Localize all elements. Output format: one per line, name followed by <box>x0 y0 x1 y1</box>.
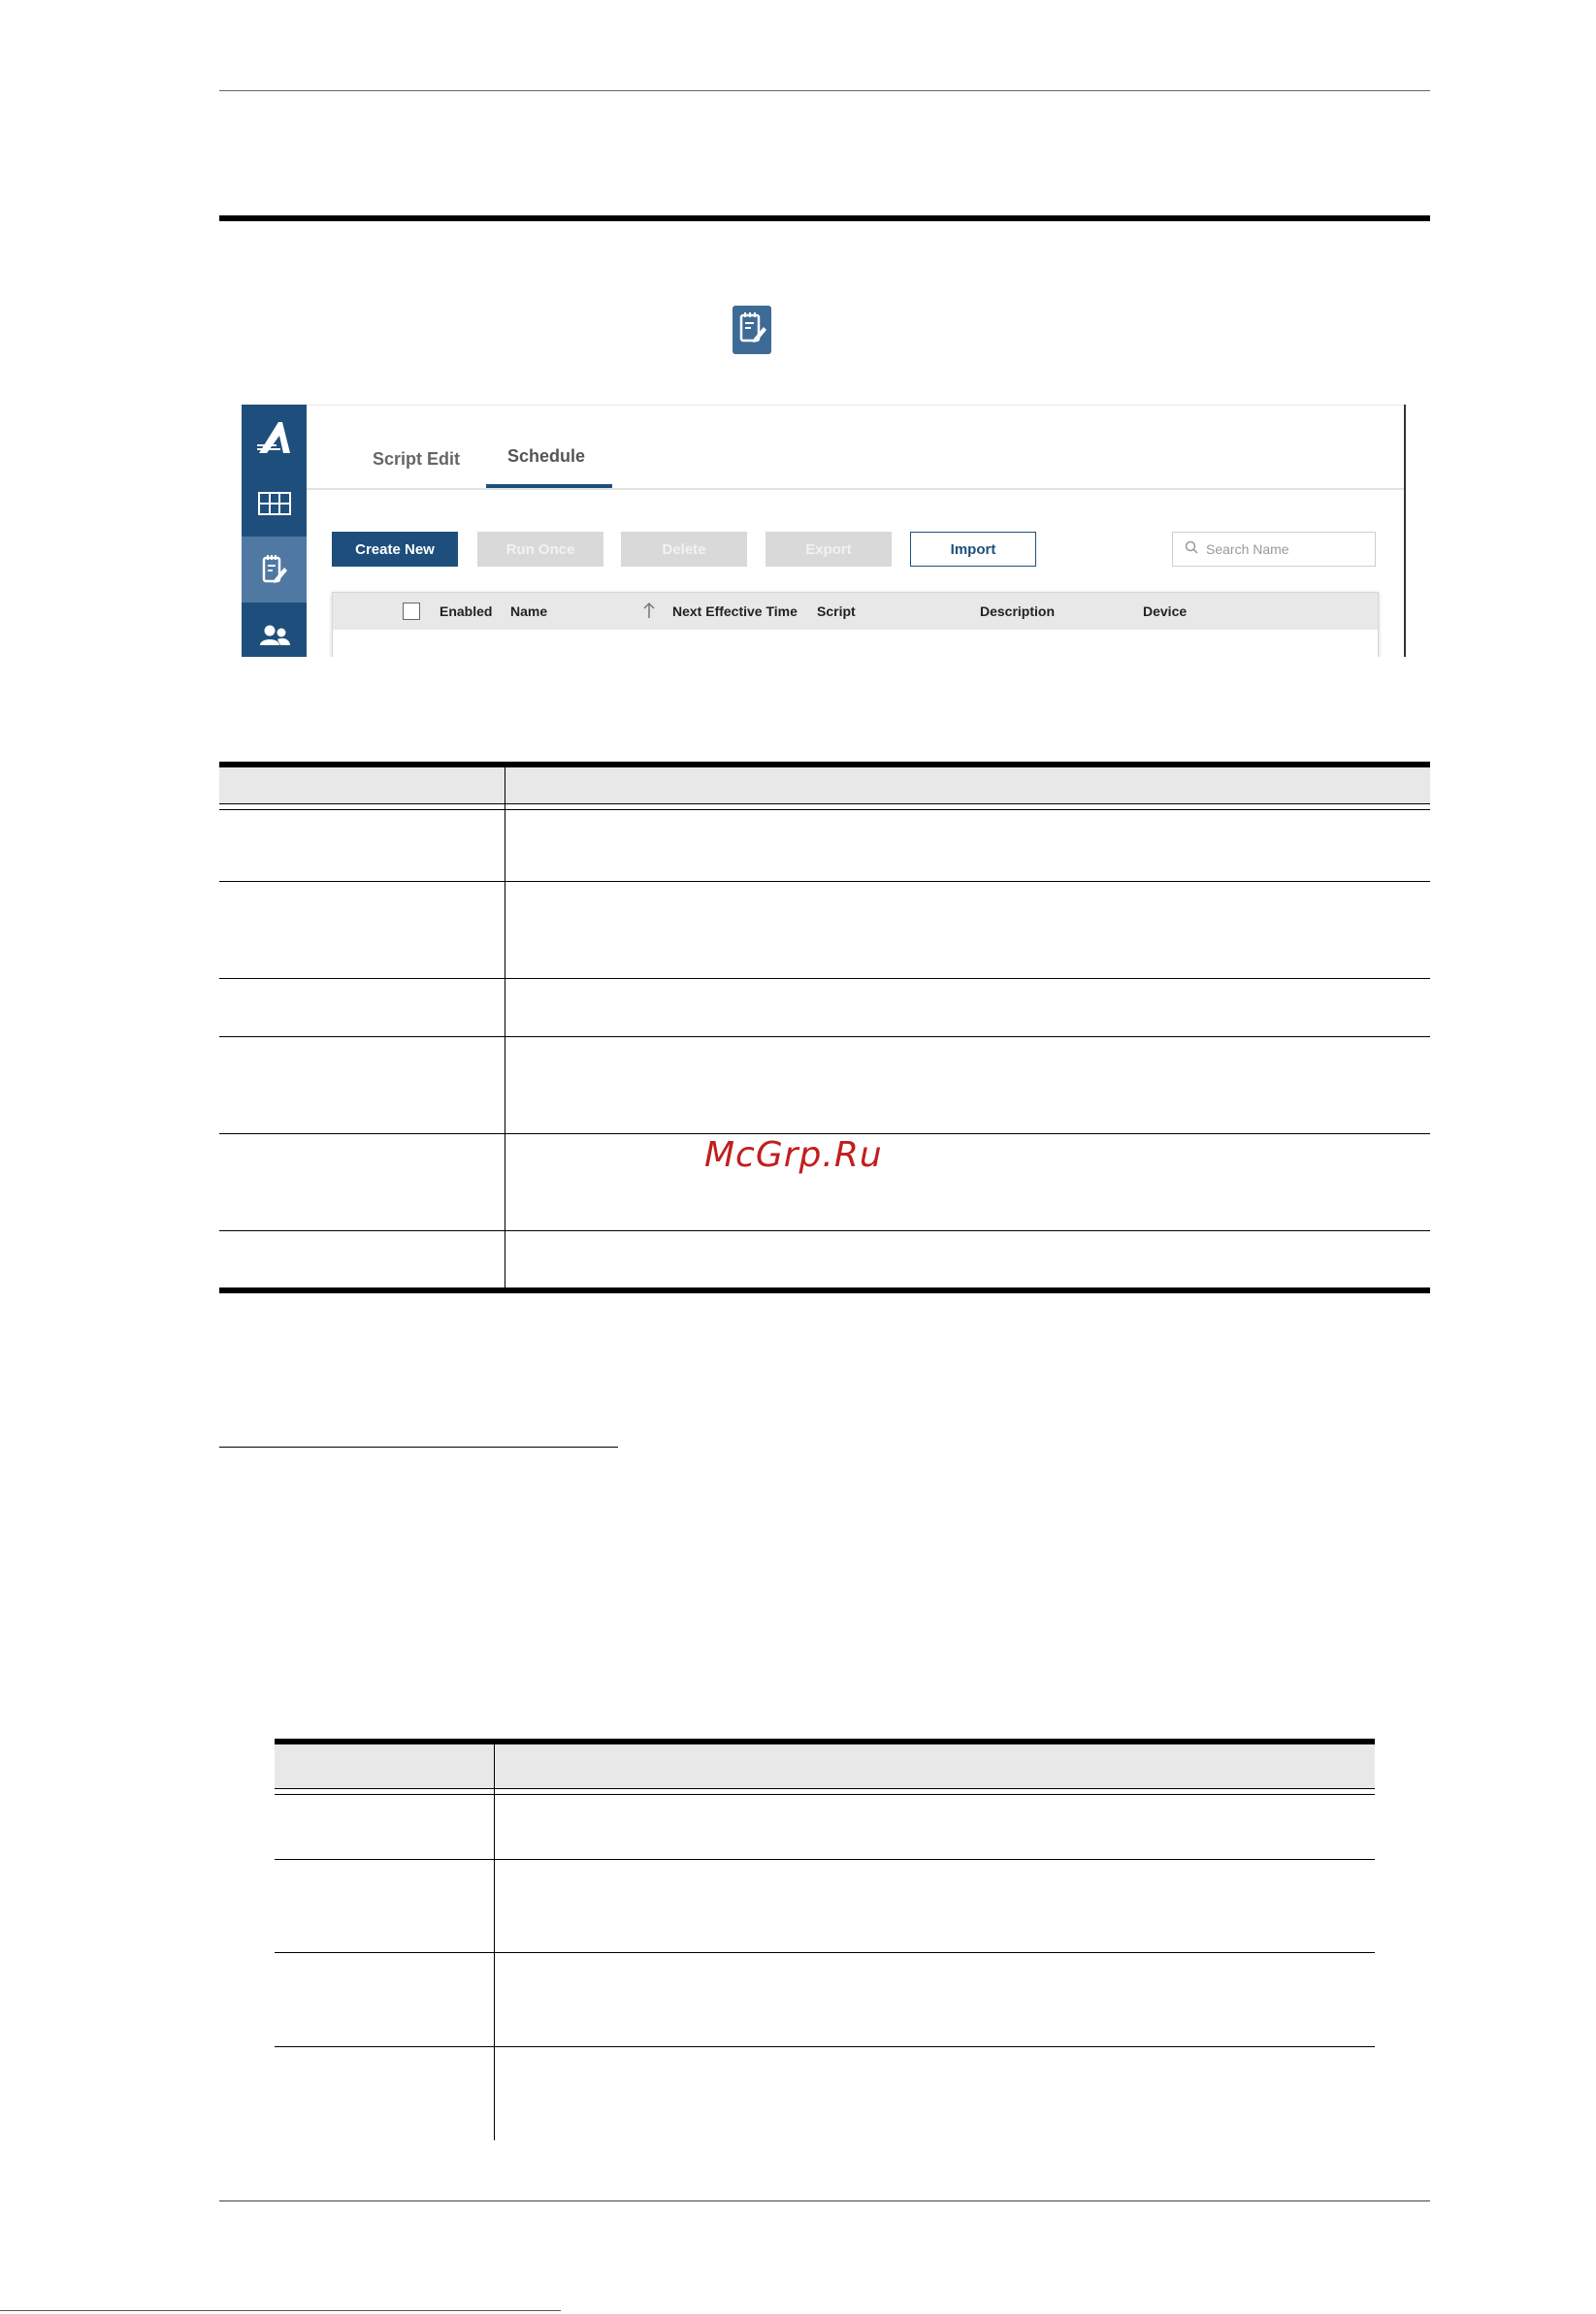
script-edit-icon[interactable] <box>242 537 307 603</box>
row-divider <box>219 1230 1430 1231</box>
column-next-effective-time[interactable]: Next Effective Time <box>672 603 798 619</box>
section-heading-rule <box>219 215 1430 221</box>
row-divider <box>275 2046 1375 2047</box>
column-name[interactable]: Name <box>510 603 547 619</box>
tab-script-edit[interactable]: Script Edit <box>373 449 460 470</box>
schedule-screenshot: Script Edit Schedule Create New Run Once… <box>242 405 1406 657</box>
delete-button[interactable]: Delete <box>621 532 747 567</box>
column-divider <box>494 1744 495 2140</box>
search-icon <box>1185 540 1198 559</box>
column-enabled[interactable]: Enabled <box>440 603 492 619</box>
row-divider <box>275 1952 1375 1953</box>
header-rule-a <box>275 1788 1375 1789</box>
export-button[interactable]: Export <box>765 532 892 567</box>
table-header: Enabled Name Next Effective Time Script … <box>333 593 1378 630</box>
header-rule-b <box>219 809 1430 810</box>
screenshot-edge <box>1404 405 1406 657</box>
logo-icon[interactable] <box>242 405 307 471</box>
create-new-button[interactable]: Create New <box>332 532 458 567</box>
schedule-table: Enabled Name Next Effective Time Script … <box>332 592 1379 657</box>
row-divider <box>219 881 1430 882</box>
subheading-underline <box>219 1447 618 1448</box>
row-divider <box>219 978 1430 979</box>
header-rule-b <box>275 1794 1375 1795</box>
sidebar <box>242 405 307 657</box>
run-once-button[interactable]: Run Once <box>477 532 603 567</box>
row-divider <box>219 1133 1430 1134</box>
search-box[interactable] <box>1172 532 1376 567</box>
tabs-divider <box>307 488 1404 490</box>
column-description[interactable]: Description <box>980 603 1055 619</box>
sort-ascending-icon[interactable] <box>643 602 655 622</box>
description-table-2 <box>275 1739 1375 2141</box>
script-edit-icon <box>733 306 771 354</box>
row-divider <box>219 1036 1430 1037</box>
table-header-row <box>275 1744 1375 1788</box>
column-script[interactable]: Script <box>817 603 856 619</box>
active-tab-indicator <box>486 484 612 488</box>
footer-rule <box>219 2200 1430 2201</box>
row-divider <box>275 1859 1375 1860</box>
users-icon[interactable] <box>242 603 307 657</box>
watermark: McGrp.Ru <box>704 1135 883 1175</box>
search-input[interactable] <box>1204 540 1363 558</box>
import-button[interactable]: Import <box>910 532 1036 567</box>
tab-schedule[interactable]: Schedule <box>507 446 585 467</box>
header-rule-a <box>219 803 1430 804</box>
table-header-row <box>219 767 1430 803</box>
table-bottom-rule <box>219 1287 1430 1293</box>
header-rule <box>219 90 1430 91</box>
select-all-checkbox[interactable] <box>403 603 420 620</box>
page-edge-fragment <box>0 2304 1596 2314</box>
grid-icon[interactable] <box>242 471 307 537</box>
bottom-edge-rule <box>0 2310 561 2311</box>
column-device[interactable]: Device <box>1143 603 1187 619</box>
screenshot-top-edge <box>307 405 1404 406</box>
description-table-1 <box>219 762 1430 1295</box>
